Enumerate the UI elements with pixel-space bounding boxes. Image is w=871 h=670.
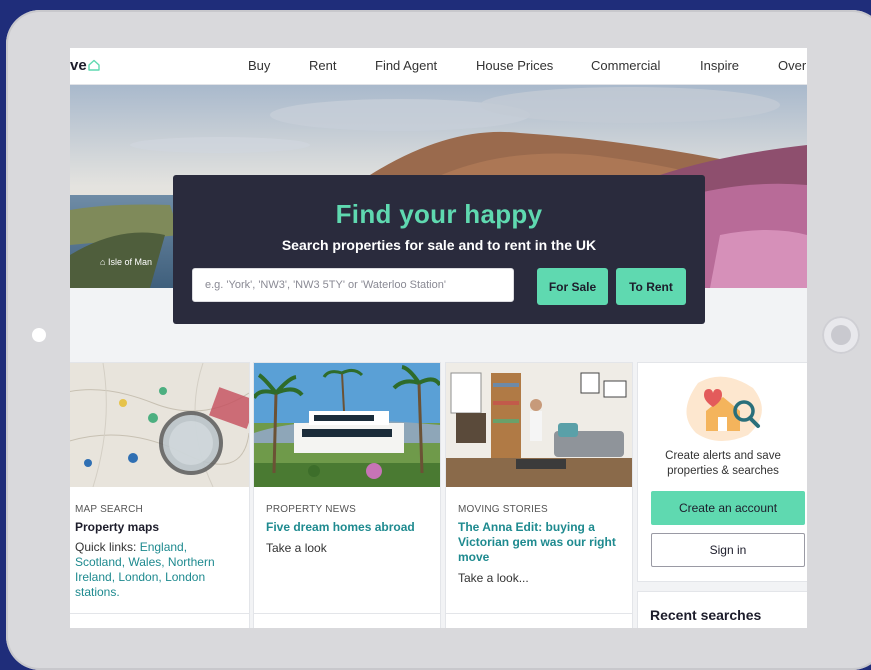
hero-title: Find your happy [335,199,543,229]
browser-viewport: ve Buy Rent Find Agent House Prices Comm… [70,48,807,628]
hero-location-caption: ⌂ Isle of Man [100,257,152,267]
to-rent-button[interactable]: To Rent [616,268,686,305]
create-account-button[interactable]: Create an account [651,491,805,525]
map-with-magnifier-illustration [70,363,249,487]
quick-links-label: Quick links: [75,540,140,554]
card-eyebrow: PROPERTY NEWS [266,504,357,515]
map-search-image [70,363,249,487]
nav-buy[interactable]: Buy [248,58,270,73]
home-icon: ⌂ [100,257,106,267]
living-room-illustration [446,363,632,487]
tablet-home-button[interactable] [822,316,860,354]
card-divider [254,613,440,614]
tablet-camera [32,328,46,342]
moving-stories-image [446,363,632,487]
nav-rent[interactable]: Rent [309,58,336,73]
house-logo-icon [87,59,100,71]
card-map-search[interactable]: MAP SEARCH Property maps Quick links: En… [70,362,250,628]
sign-in-button[interactable]: Sign in [651,533,805,567]
card-title[interactable]: Five dream homes abroad [266,520,426,535]
card-eyebrow: MAP SEARCH [75,504,143,515]
account-prompt-card: Create alerts and save properties & sear… [637,362,807,582]
account-prompt-line2: properties & searches [667,465,779,477]
nav-find-agent[interactable]: Find Agent [375,58,437,73]
house-search-icon [686,376,762,442]
logo-text: ve [70,57,87,74]
recent-searches-title: Recent searches [650,607,762,623]
hero-subtitle: Search properties for sale and to rent i… [281,237,597,253]
card-divider [446,613,632,614]
card-eyebrow: MOVING STORIES [458,504,548,515]
hero-caption-text: Isle of Man [107,257,152,267]
nav-house-prices[interactable]: House Prices [476,58,553,73]
nav-overseas[interactable]: Over [778,58,806,73]
card-title[interactable]: The Anna Edit: buying a Victorian gem wa… [458,520,618,565]
site-logo[interactable]: ve [70,57,100,74]
card-divider [70,613,249,614]
top-navigation: ve Buy Rent Find Agent House Prices Comm… [70,48,807,85]
villa-with-palms-illustration [254,363,440,487]
account-prompt-line1: Create alerts and save [665,450,781,462]
location-search-input[interactable] [192,268,514,302]
quick-links: Quick links: England, Scotland, Wales, N… [75,540,235,600]
account-prompt-text: Create alerts and save properties & sear… [638,449,807,479]
for-sale-button[interactable]: For Sale [537,268,608,305]
nav-inspire[interactable]: Inspire [700,58,739,73]
card-moving-stories[interactable]: MOVING STORIES The Anna Edit: buying a V… [445,362,633,628]
nav-commercial[interactable]: Commercial [591,58,660,73]
card-title[interactable]: Property maps [75,520,235,535]
recent-searches-card: Recent searches [637,591,807,628]
card-body: Take a look... [458,571,529,585]
card-property-news[interactable]: PROPERTY NEWS Five dream homes abroad Ta… [253,362,441,628]
card-body: Take a look [266,541,327,555]
property-news-image [254,363,440,487]
search-panel: Find your happy Search properties for sa… [173,175,705,324]
